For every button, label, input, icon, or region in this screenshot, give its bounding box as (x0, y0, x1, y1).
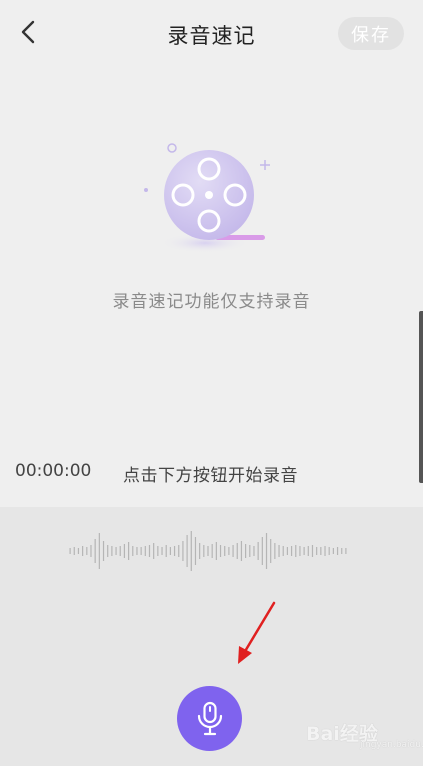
annotation-arrow (238, 601, 276, 664)
app-header: 录音速记 保存 (0, 0, 423, 68)
recording-hint: 点击下方按钮开始录音 (123, 466, 298, 486)
record-button[interactable] (177, 686, 242, 751)
save-button[interactable]: 保存 (338, 17, 404, 50)
baidu-jingyan-watermark: Bai经验 jingyan.baidu.com (300, 705, 423, 755)
empty-state-message: 录音速记功能仅支持录音 (112, 292, 311, 312)
watermark-sub: jingyan.baidu.com (360, 740, 423, 750)
waveform-visualizer (69, 531, 347, 571)
recording-timer: 00:00:00 (15, 461, 92, 481)
recording-status: 00:00:00 点击下方按钮开始录音 (0, 458, 423, 486)
microphone-icon (197, 701, 222, 735)
film-reel-icon (135, 135, 285, 260)
